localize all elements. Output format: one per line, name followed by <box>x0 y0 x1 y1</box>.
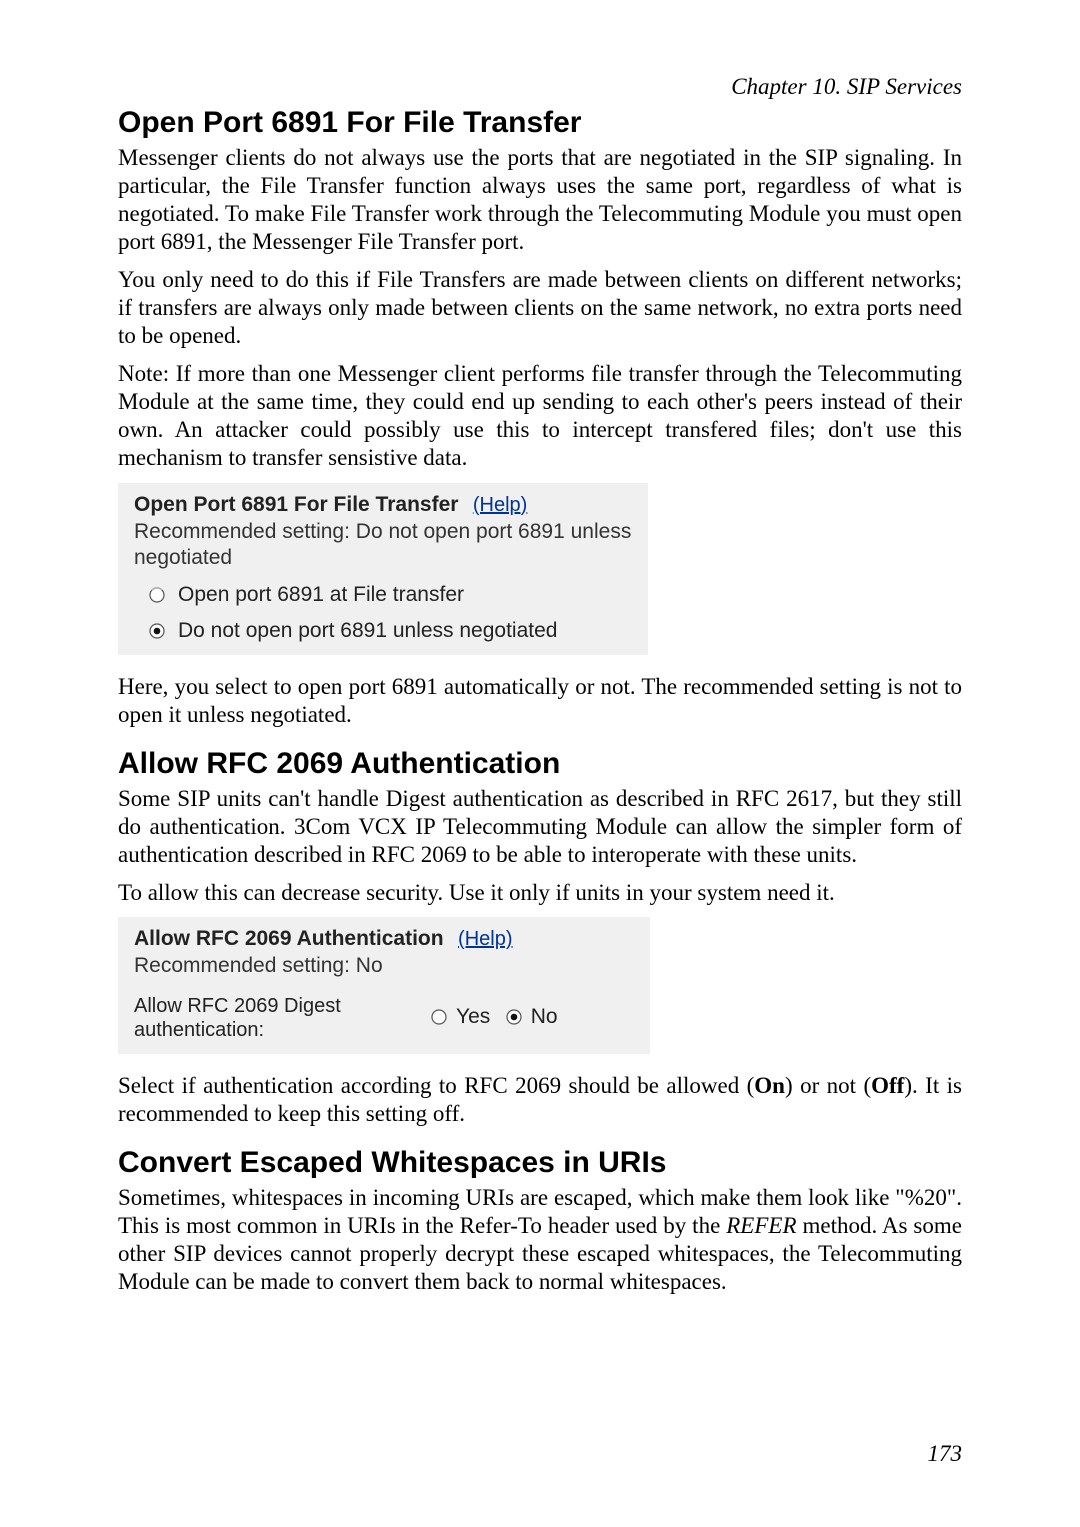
open-port-card: Open Port 6891 For File Transfer (Help) … <box>118 483 648 656</box>
chapter-header: Chapter 10. SIP Services <box>118 74 962 100</box>
section-title-rfc2069: Allow RFC 2069 Authentication <box>118 747 962 781</box>
paragraph: Sometimes, whitespaces in incoming URIs … <box>118 1184 962 1296</box>
help-link[interactable]: (Help) <box>458 928 512 950</box>
radio-label: Yes <box>456 1005 490 1029</box>
radio-checked-icon <box>148 622 166 640</box>
paragraph: To allow this can decrease security. Use… <box>118 879 962 907</box>
paragraph: Note: If more than one Messenger client … <box>118 360 962 472</box>
field-label: Allow RFC 2069 Digest authentication: <box>134 994 374 1042</box>
card-title: Open Port 6891 For File Transfer <box>134 493 458 516</box>
paragraph: Here, you select to open port 6891 autom… <box>118 673 962 729</box>
card-title: Allow RFC 2069 Authentication <box>134 927 444 950</box>
help-link[interactable]: (Help) <box>473 494 527 516</box>
radio-checked-icon <box>505 1008 523 1026</box>
recommended-setting-text: Recommended setting: Do not open port 68… <box>134 519 638 572</box>
paragraph: You only need to do this if File Transfe… <box>118 266 962 350</box>
radio-option-open-port[interactable]: Open port 6891 at File transfer <box>148 583 638 607</box>
radio-option-negotiated[interactable]: Do not open port 6891 unless negotiated <box>148 619 638 643</box>
paragraph: Some SIP units can't handle Digest authe… <box>118 785 962 869</box>
radio-unchecked-icon <box>148 586 166 604</box>
document-page: Chapter 10. SIP Services Open Port 6891 … <box>0 0 1080 1527</box>
paragraph: Select if authentication according to RF… <box>118 1072 962 1128</box>
radio-label: Open port 6891 at File transfer <box>178 583 464 607</box>
page-number: 173 <box>928 1441 963 1467</box>
section-title-open-port: Open Port 6891 For File Transfer <box>118 106 962 140</box>
rfc2069-card: Allow RFC 2069 Authentication (Help) Rec… <box>118 917 650 1053</box>
recommended-setting-text: Recommended setting: No <box>134 953 640 979</box>
radio-option-yes[interactable]: Yes <box>430 1005 490 1029</box>
radio-option-no[interactable]: No <box>505 1005 558 1029</box>
paragraph: Messenger clients do not always use the … <box>118 144 962 256</box>
radio-label: No <box>531 1005 558 1029</box>
radio-label: Do not open port 6891 unless negotiated <box>178 619 557 643</box>
section-title-convert-whitespaces: Convert Escaped Whitespaces in URIs <box>118 1146 962 1180</box>
radio-unchecked-icon <box>430 1008 448 1026</box>
